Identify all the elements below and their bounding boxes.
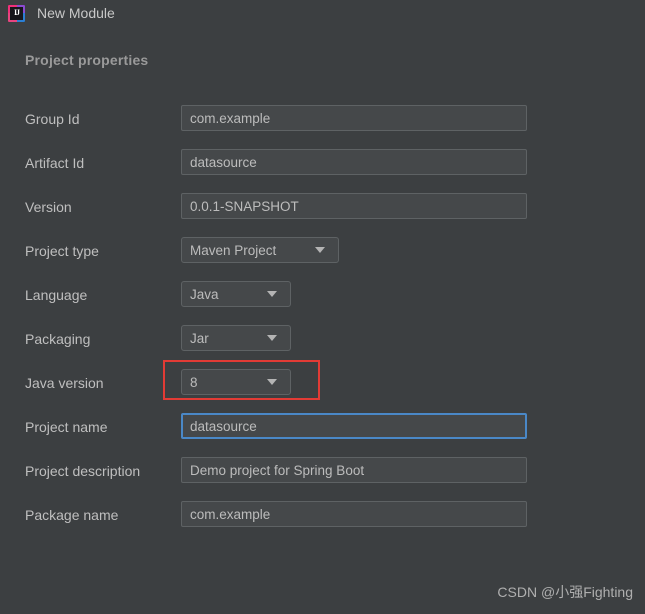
- input-group-id[interactable]: com.example: [181, 105, 527, 131]
- label-java-version: Java version: [25, 375, 104, 391]
- form-row-project-name: Project name datasource: [0, 408, 645, 452]
- combo-language[interactable]: Java: [181, 281, 291, 307]
- label-packaging: Packaging: [25, 331, 91, 347]
- label-package-name: Package name: [25, 507, 119, 523]
- input-project-description[interactable]: Demo project for Spring Boot: [181, 457, 527, 483]
- form-row-project-description: Project description Demo project for Spri…: [0, 452, 645, 496]
- value-package-name: com.example: [190, 506, 271, 522]
- form-row-language: Language Java: [0, 276, 645, 320]
- intellij-idea-icon: IJ: [8, 4, 25, 22]
- chevron-down-icon[interactable]: [267, 379, 277, 385]
- chevron-down-icon[interactable]: [267, 291, 277, 297]
- combo-project-type[interactable]: Maven Project: [181, 237, 339, 263]
- label-project-type: Project type: [25, 243, 99, 259]
- combo-packaging[interactable]: Jar: [181, 325, 291, 351]
- label-version: Version: [25, 199, 72, 215]
- label-artifact-id: Artifact Id: [25, 155, 85, 171]
- input-project-name[interactable]: datasource: [181, 413, 527, 439]
- section-header-project-properties: Project properties: [25, 52, 149, 68]
- watermark: CSDN @小强Fighting: [497, 584, 633, 600]
- input-package-name[interactable]: com.example: [181, 501, 527, 527]
- form-row-java-version: Java version 8: [0, 364, 645, 408]
- value-version: 0.0.1-SNAPSHOT: [190, 198, 299, 214]
- value-java-version: 8: [190, 374, 198, 390]
- value-project-description: Demo project for Spring Boot: [190, 462, 365, 478]
- form-row-artifact-id: Artifact Id datasource: [0, 144, 645, 188]
- value-project-type: Maven Project: [190, 242, 277, 258]
- label-project-name: Project name: [25, 419, 108, 435]
- form-row-packaging: Packaging Jar: [0, 320, 645, 364]
- chevron-down-icon[interactable]: [267, 335, 277, 341]
- chevron-down-icon[interactable]: [315, 247, 325, 253]
- input-version[interactable]: 0.0.1-SNAPSHOT: [181, 193, 527, 219]
- label-group-id: Group Id: [25, 111, 80, 127]
- window-titlebar: IJ New Module: [0, 0, 645, 26]
- input-artifact-id[interactable]: datasource: [181, 149, 527, 175]
- project-properties-form: Group Id com.example Artifact Id datasource…: [0, 100, 645, 540]
- label-project-description: Project description: [25, 463, 141, 479]
- form-row-package-name: Package name com.example: [0, 496, 645, 540]
- value-group-id: com.example: [190, 110, 271, 126]
- label-language: Language: [25, 287, 88, 303]
- value-language: Java: [190, 286, 219, 302]
- value-packaging: Jar: [190, 330, 209, 346]
- form-row-project-type: Project type Maven Project: [0, 232, 645, 276]
- value-artifact-id: datasource: [190, 154, 257, 170]
- combo-java-version[interactable]: 8: [181, 369, 291, 395]
- form-row-version: Version 0.0.1-SNAPSHOT: [0, 188, 645, 232]
- window-title: New Module: [37, 5, 115, 21]
- form-row-group-id: Group Id com.example: [0, 100, 645, 144]
- value-project-name: datasource: [190, 418, 257, 434]
